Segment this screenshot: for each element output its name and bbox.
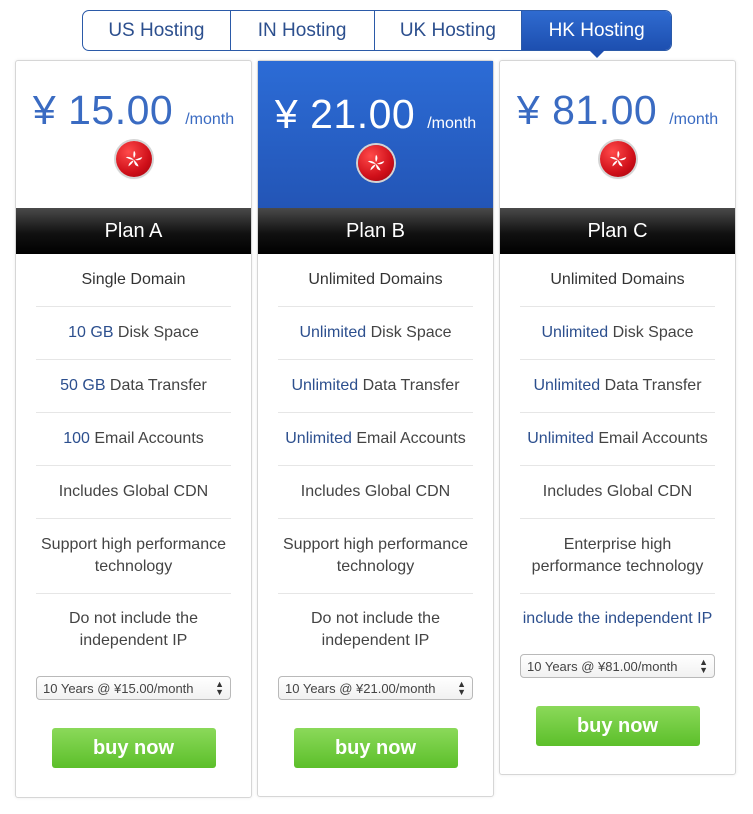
term-select[interactable]: 10 Years @ ¥21.00/month ▲ ▼ — [278, 676, 473, 700]
buy-now-button[interactable]: buy now — [535, 706, 700, 746]
feature-disk-space: Unlimited Disk Space — [520, 307, 715, 360]
tab-us-hosting[interactable]: US Hosting — [83, 11, 231, 50]
term-select-value: 10 Years @ ¥21.00/month — [285, 680, 436, 696]
price-period: /month — [669, 111, 719, 128]
feature-cdn: Includes Global CDN — [278, 466, 473, 519]
price-period: /month — [427, 115, 477, 132]
price: ¥ 81.00/month — [500, 87, 735, 134]
feature-disk-space: Unlimited Disk Space — [278, 307, 473, 360]
feature-independent-ip: include the independent IP — [522, 610, 713, 627]
term-select-value: 10 Years @ ¥81.00/month — [527, 658, 678, 674]
feature-domains: Unlimited Domains — [278, 254, 473, 307]
term-select[interactable]: 10 Years @ ¥81.00/month ▲ ▼ — [520, 654, 715, 678]
feature-independent-ip: Do not include the independent IP — [311, 610, 440, 649]
price-area: ¥ 21.00/month — [258, 61, 493, 208]
feature-technology: Enterprise high performance technology — [520, 519, 715, 594]
feature-technology: Support high performance technology — [278, 519, 473, 594]
feature-disk-space: 10 GB Disk Space — [36, 307, 231, 360]
plan-card-b: ¥ 21.00/month Plan B Unlimited Domains U… — [257, 60, 494, 797]
plan-name: Plan A — [16, 208, 251, 254]
hosting-tabs: US Hosting IN Hosting UK Hosting HK Host… — [82, 10, 672, 58]
plan-name: Plan B — [258, 208, 493, 254]
feature-data-transfer: Unlimited Data Transfer — [278, 360, 473, 413]
term-select[interactable]: 10 Years @ ¥15.00/month ▲ ▼ — [36, 676, 231, 700]
feature-independent-ip: Do not include the independent IP — [69, 610, 198, 649]
feature-data-transfer: 50 GB Data Transfer — [36, 360, 231, 413]
plan-card-c: ¥ 81.00/month Plan C Unlimited Domains U… — [499, 60, 736, 775]
hong-kong-flag-icon — [357, 145, 394, 181]
feature-cdn: Includes Global CDN — [520, 466, 715, 519]
feature-domains: Single Domain — [36, 254, 231, 307]
updown-arrows-icon: ▲ ▼ — [457, 679, 466, 697]
feature-list: Unlimited Domains Unlimited Disk Space U… — [500, 254, 735, 644]
plan-name: Plan C — [500, 208, 735, 254]
feature-list: Single Domain 10 GB Disk Space 50 GB Dat… — [16, 254, 251, 666]
tab-uk-hosting[interactable]: UK Hosting — [375, 11, 523, 50]
price: ¥ 21.00/month — [258, 91, 493, 138]
hong-kong-flag-icon — [115, 141, 152, 177]
tab-in-hosting[interactable]: IN Hosting — [231, 11, 375, 50]
updown-arrows-icon: ▲ ▼ — [215, 679, 224, 697]
hong-kong-flag-icon — [599, 141, 636, 177]
term-select-value: 10 Years @ ¥15.00/month — [43, 680, 194, 696]
price-area: ¥ 15.00/month — [16, 61, 251, 208]
feature-email-accounts: Unlimited Email Accounts — [278, 413, 473, 466]
price-period: /month — [185, 111, 235, 128]
feature-data-transfer: Unlimited Data Transfer — [520, 360, 715, 413]
feature-email-accounts: Unlimited Email Accounts — [520, 413, 715, 466]
updown-arrows-icon: ▲ ▼ — [699, 657, 708, 675]
price-amount: ¥ 81.00 — [516, 87, 658, 133]
tab-hk-hosting[interactable]: HK Hosting — [522, 11, 671, 58]
price-amount: ¥ 15.00 — [32, 87, 174, 133]
feature-technology: Support high performance technology — [36, 519, 231, 594]
buy-now-button[interactable]: buy now — [293, 728, 458, 768]
price-area: ¥ 81.00/month — [500, 61, 735, 208]
price: ¥ 15.00/month — [16, 87, 251, 134]
feature-list: Unlimited Domains Unlimited Disk Space U… — [258, 254, 493, 666]
feature-email-accounts: 100 Email Accounts — [36, 413, 231, 466]
buy-now-button[interactable]: buy now — [51, 728, 216, 768]
feature-domains: Unlimited Domains — [520, 254, 715, 307]
feature-cdn: Includes Global CDN — [36, 466, 231, 519]
price-amount: ¥ 21.00 — [274, 91, 416, 137]
plan-card-a: ¥ 15.00/month Plan A Single Domain 10 GB… — [15, 60, 252, 798]
